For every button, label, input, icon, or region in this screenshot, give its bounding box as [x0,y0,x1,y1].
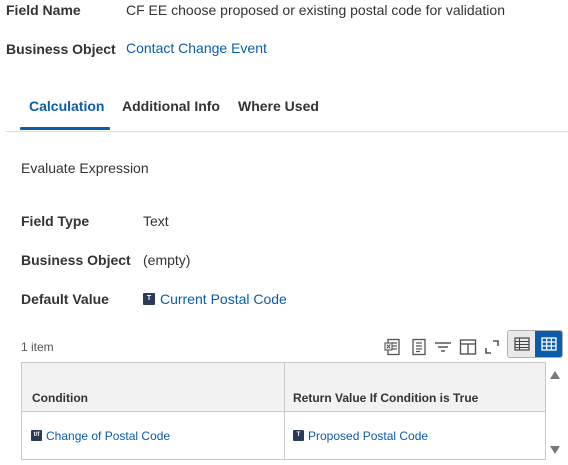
column-divider [284,363,285,459]
field-name-label: Field Name [6,2,81,18]
default-value-text: Current Postal Code [160,291,287,307]
return-value-cell-link[interactable]: T Proposed Postal Code [293,429,428,443]
tab-where-used[interactable]: Where Used [238,98,319,114]
column-header-condition[interactable]: Condition [32,391,88,405]
column-chooser-icon[interactable] [458,336,478,358]
scroll-up-icon[interactable] [549,367,561,379]
item-count: 1 item [21,340,54,354]
view-toggle [507,330,563,358]
default-value-label: Default Value [21,291,109,307]
boolean-field-icon: t/f [31,430,42,442]
filter-icon[interactable] [433,336,453,358]
condition-table: Condition Return Value If Condition is T… [21,362,546,460]
calc-business-object-value: (empty) [143,252,191,268]
table-view-icon [513,337,530,351]
scroll-down-icon[interactable] [549,442,561,454]
condition-cell-link[interactable]: t/f Change of Postal Code [31,429,170,443]
table-view-button[interactable] [508,331,535,357]
business-object-label: Business Object [6,41,116,57]
business-object-link[interactable]: Contact Change Event [126,40,267,56]
active-tab-indicator [20,127,110,130]
column-header-return-value[interactable]: Return Value If Condition is True [293,391,478,405]
pdf-export-icon[interactable] [409,336,429,358]
grid-view-icon [540,337,557,351]
field-name-value: CF EE choose proposed or existing postal… [126,2,505,18]
field-type-label: Field Type [21,213,90,229]
return-value-text: Proposed Postal Code [308,429,429,443]
tab-calculation[interactable]: Calculation [29,98,104,114]
text-field-icon: T [143,293,155,306]
default-value-link[interactable]: T Current Postal Code [143,291,287,307]
grid-view-button[interactable] [535,331,562,357]
tab-divider [6,131,568,132]
tab-additional-info[interactable]: Additional Info [122,98,220,114]
field-type-value: Text [143,213,169,229]
calc-business-object-label: Business Object [21,252,131,268]
excel-export-icon[interactable] [383,336,403,358]
fullscreen-icon[interactable] [482,336,502,358]
text-field-icon: T [293,430,304,442]
condition-text: Change of Postal Code [46,429,171,443]
calculation-type: Evaluate Expression [21,160,149,176]
